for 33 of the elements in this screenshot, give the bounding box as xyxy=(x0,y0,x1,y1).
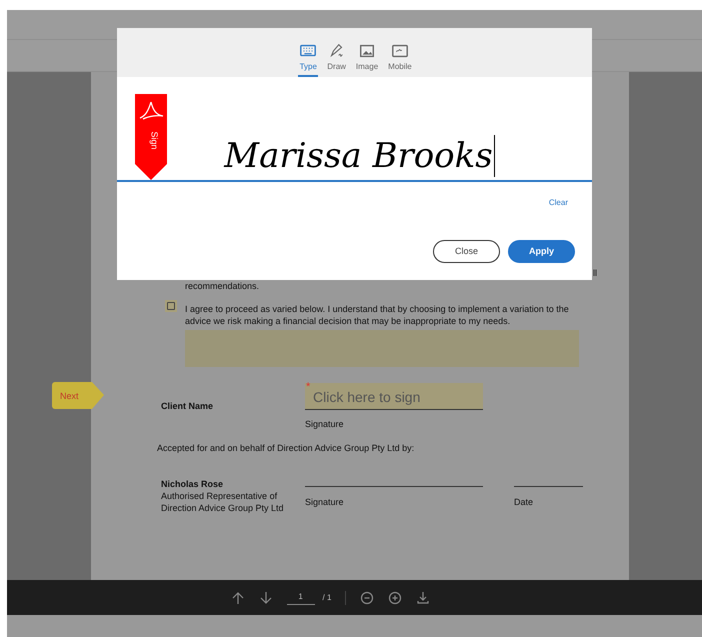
option-text: I agree to proceed as varied below. I understand that by choosing to implement a variation to the advice we risk making a financial decision that may be inappropriate to my needs. xyxy=(185,303,570,327)
clear-link[interactable]: Clear xyxy=(548,197,568,209)
previous-page-icon[interactable] xyxy=(230,590,245,604)
paragraph-text: Accepted for and on behalf of Direction Advice Group Pty Ltd by: xyxy=(157,442,414,455)
zoom-out-icon[interactable] xyxy=(360,590,374,604)
text-fragment: ll xyxy=(593,267,597,280)
page-number-field[interactable]: 1 xyxy=(286,590,315,604)
field-caption: Signature xyxy=(305,496,344,509)
page-total: / 1 xyxy=(322,592,332,604)
next-tag[interactable]: Next xyxy=(52,382,104,409)
field-caption: Signature xyxy=(305,418,344,431)
tablet-icon xyxy=(390,42,409,60)
representative-name: Nicholas Rose xyxy=(161,478,224,491)
field-label: Client Name xyxy=(161,400,214,413)
variation-input-field[interactable] xyxy=(185,330,579,367)
zoom-in-icon[interactable] xyxy=(388,590,402,604)
apply-button[interactable]: Apply xyxy=(508,240,575,263)
representative-title: Authorised Representative of xyxy=(161,490,278,503)
signature-mode-tab[interactable]: Type xyxy=(298,42,318,77)
close-button[interactable]: Close xyxy=(433,240,500,263)
signature-mode-tab[interactable]: Image xyxy=(354,42,380,77)
signature-mode-tab[interactable]: Mobile xyxy=(387,42,413,77)
representative-title: Direction Advice Group Pty Ltd xyxy=(161,502,284,515)
required-mark: * xyxy=(306,382,310,393)
field-caption: Date xyxy=(514,496,534,509)
typed-signature[interactable]: Marissa Brooks xyxy=(224,135,495,177)
sign-ribbon: Sign xyxy=(135,94,167,180)
image-icon xyxy=(358,42,376,60)
variation-checkbox[interactable] xyxy=(167,302,175,310)
signature-mode-tab[interactable]: Draw xyxy=(326,42,347,77)
next-page-icon[interactable] xyxy=(258,590,273,604)
download-icon[interactable] xyxy=(416,590,430,604)
paragraph-text: recommendations. xyxy=(185,280,260,293)
